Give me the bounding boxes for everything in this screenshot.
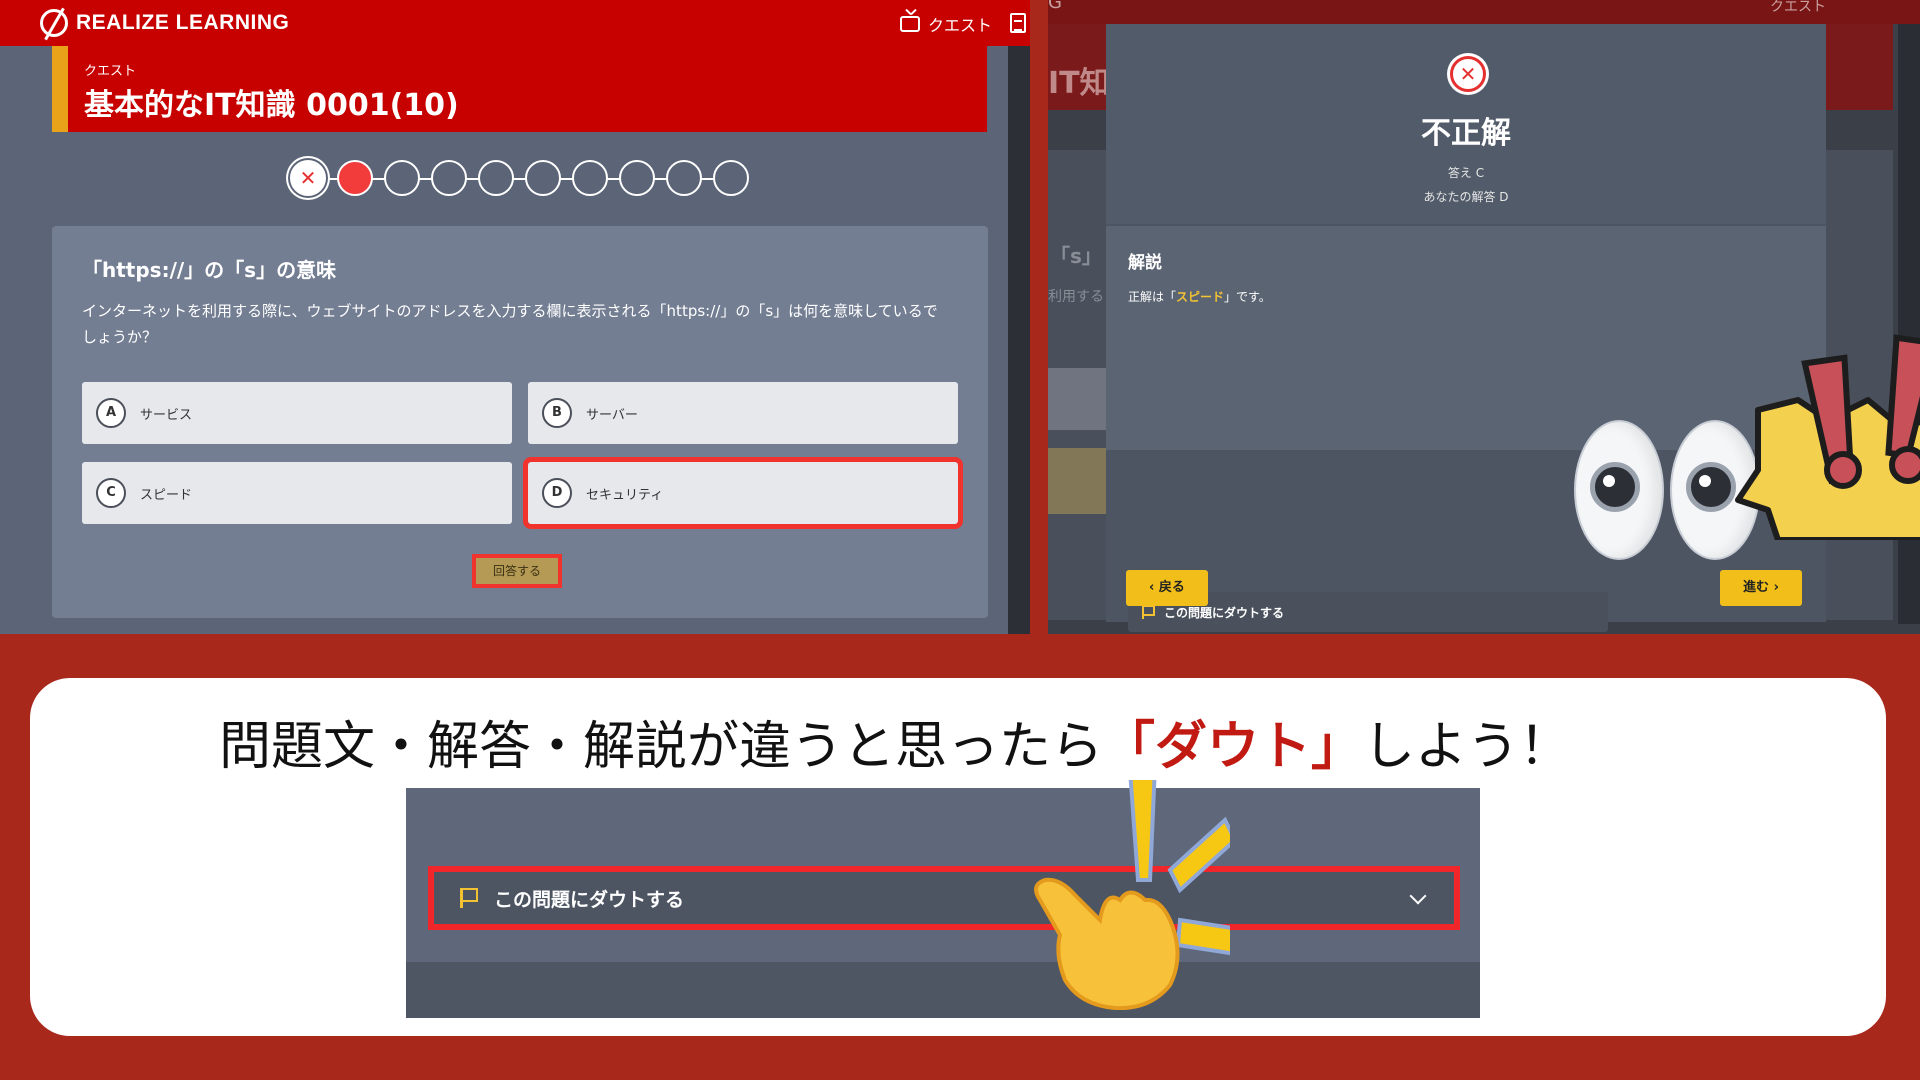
chevron-down-icon[interactable] <box>1409 887 1427 905</box>
progress-step <box>525 160 561 196</box>
question-title: 「https://」の「s」の意味 <box>82 258 337 282</box>
option-text: サーバー <box>586 407 638 423</box>
scrollbar[interactable] <box>1008 46 1030 634</box>
option-text: サービス <box>140 407 193 423</box>
quiz-question-screenshot: REALIZE LEARNING クエスト クエスト 基本的なIT知識 0001… <box>0 0 1030 634</box>
option-dimmed <box>1048 448 1108 514</box>
option-c[interactable]: C スピード <box>82 462 512 524</box>
question-body-fragment: 利用する <box>1048 289 1104 305</box>
doubt-label: この問題にダウトする <box>494 888 685 911</box>
tv-icon <box>900 16 920 32</box>
doubt-label: この問題にダウトする <box>1164 605 1285 620</box>
explanation-suffix: 」です。 <box>1224 290 1271 304</box>
question-progress: ✕ <box>290 160 750 198</box>
logo-fragment: G <box>1048 0 1062 13</box>
progress-step <box>384 160 420 196</box>
instruction-card: 問題文・解答・解説が違うと思ったら「ダウト」しよう！ この問題にダウトする <box>30 678 1886 1036</box>
doubt-button-zoom-screenshot: この問題にダウトする <box>406 788 1480 1018</box>
explanation-text: 正解は「スピード」です。 <box>1128 288 1271 305</box>
surprise-burst-icon <box>1735 334 1920 540</box>
option-dimmed <box>1048 368 1108 430</box>
progress-step-1-wrong: ✕ <box>290 160 326 196</box>
incorrect-icon: ✕ <box>1450 56 1486 92</box>
zoom-lower-area <box>406 962 1480 1018</box>
option-text: スピード <box>140 487 193 503</box>
headline-prefix: 問題文・解答・解説が違うと思ったら <box>218 717 1103 777</box>
headline-suffix: しよう！ <box>1363 717 1572 777</box>
progress-step <box>572 160 608 196</box>
pupil <box>1590 462 1640 512</box>
quest-banner: クエスト 基本的なIT知識 0001(10) <box>52 46 987 132</box>
quest-nav-label-dimmed: クエスト <box>1770 0 1826 15</box>
quest-nav-label: クエスト <box>928 16 993 35</box>
headline-accent: 「ダウト」 <box>1102 717 1363 777</box>
progress-step <box>713 160 749 196</box>
question-card: 「https://」の「s」の意味 インターネットを利用する際に、ウェブサイトの… <box>52 226 988 618</box>
instruction-headline: 問題文・解答・解説が違うと思ったら「ダウト」しよう！ <box>30 704 1760 779</box>
option-b[interactable]: B サーバー <box>528 382 958 444</box>
explanation-title: 解説 <box>1128 253 1162 273</box>
result-title: 不正解 <box>1421 116 1511 151</box>
logo-text: REALIZE LEARNING <box>76 11 290 34</box>
back-button[interactable]: ‹ 戻る <box>1126 570 1208 606</box>
progress-step <box>666 160 702 196</box>
progress-step-2-current <box>337 160 373 196</box>
explanation-highlight: スピード <box>1176 290 1225 304</box>
document-icon[interactable] <box>1010 13 1026 33</box>
logo-mark-icon <box>40 9 68 37</box>
result-header: ✕ 不正解 答え C あなたの解答 D <box>1106 24 1826 224</box>
correct-answer-line: 答え C <box>1447 166 1485 180</box>
app-header-dimmed: G クエスト <box>1048 0 1920 24</box>
submit-answer-button[interactable]: 回答する <box>472 554 562 588</box>
your-answer-line: あなたの解答 D <box>1423 190 1509 204</box>
option-letter: A <box>96 398 126 428</box>
question-body: インターネットを利用する際に、ウェブサイトのアドレスを入力する欄に表示される「h… <box>82 302 938 346</box>
quest-title: 基本的なIT知識 0001(10) <box>84 88 459 123</box>
quest-label: クエスト <box>84 64 137 79</box>
flag-icon <box>460 888 478 908</box>
app-header: REALIZE LEARNING クエスト <box>0 0 1030 46</box>
option-text: セキュリティ <box>586 487 664 503</box>
pointing-hand-icon <box>1034 780 1230 1010</box>
option-letter: D <box>542 478 572 508</box>
explanation-prefix: 正解は「 <box>1128 290 1177 304</box>
progress-step <box>619 160 655 196</box>
doubt-button-highlighted[interactable]: この問題にダウトする <box>428 866 1460 930</box>
quiz-result-screenshot: G クエスト IT知 「s」 利用する ✕ 不正解 答え C あなたの解答 D … <box>1048 0 1920 634</box>
wrong-mark-icon: ✕ <box>299 166 317 190</box>
option-letter: C <box>96 478 126 508</box>
app-logo[interactable]: REALIZE LEARNING <box>40 8 289 38</box>
next-button[interactable]: 進む › <box>1720 570 1802 606</box>
quest-title-fragment: IT知 <box>1048 66 1110 101</box>
option-d-selected[interactable]: D セキュリティ <box>523 457 963 529</box>
option-a[interactable]: A サービス <box>82 382 512 444</box>
flag-icon <box>1142 605 1155 619</box>
quest-nav-link[interactable]: クエスト <box>900 12 992 36</box>
progress-step <box>478 160 514 196</box>
option-letter: B <box>542 398 572 428</box>
question-title-fragment: 「s」 <box>1050 244 1102 268</box>
progress-step <box>431 160 467 196</box>
